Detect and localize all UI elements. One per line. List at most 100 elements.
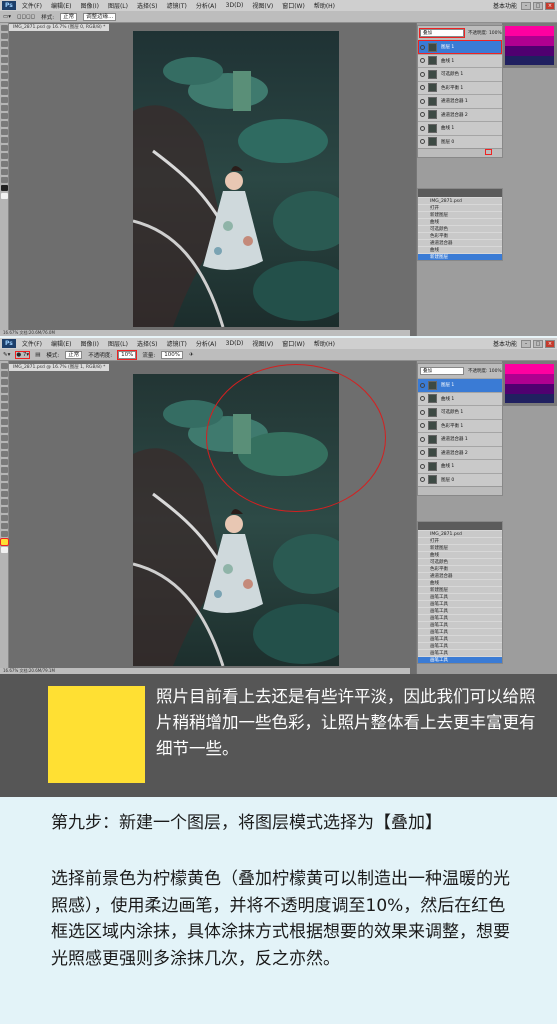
crop-tool-icon[interactable] <box>1 395 8 401</box>
eye-icon[interactable] <box>420 112 425 118</box>
layer-row[interactable]: 可选颜色 1 <box>418 405 502 419</box>
menu-help[interactable]: 帮助(H) <box>314 1 335 10</box>
menu-select[interactable]: 选择(S) <box>137 1 158 10</box>
flow-input[interactable]: 100% <box>161 350 183 359</box>
eye-icon[interactable] <box>420 436 425 442</box>
clone-tool-icon[interactable] <box>1 427 8 433</box>
menu-filter[interactable]: 滤镜(T) <box>166 339 186 348</box>
history-snapshot[interactable]: IMG_2871.psd <box>418 530 502 537</box>
history-step[interactable]: 曲线 <box>418 246 502 253</box>
menu-file[interactable]: 文件(F) <box>22 1 42 10</box>
tool-preset-icon[interactable]: ▭▾ <box>3 14 11 20</box>
type-tool-icon[interactable] <box>1 137 8 143</box>
history-step[interactable]: 曲线 <box>418 218 502 225</box>
layer-row[interactable]: 曲线 1 <box>418 121 502 135</box>
quick-select-tool-icon[interactable] <box>1 387 8 393</box>
menu-file[interactable]: 文件(F) <box>22 339 42 348</box>
lasso-tool-icon[interactable] <box>1 379 8 385</box>
history-step[interactable]: 画笔工具 <box>418 621 502 628</box>
eye-icon[interactable] <box>420 382 425 388</box>
type-tool-icon[interactable] <box>1 475 8 481</box>
menu-3d[interactable]: 3D(D) <box>226 2 244 9</box>
3d-tool-icon[interactable] <box>1 499 8 505</box>
menu-analysis[interactable]: 分析(A) <box>196 1 217 10</box>
dodge-tool-icon[interactable] <box>1 459 8 465</box>
history-step[interactable]: 画笔工具 <box>418 642 502 649</box>
move-tool-icon[interactable] <box>1 25 8 31</box>
eraser-tool-icon[interactable] <box>1 105 8 111</box>
eye-icon[interactable] <box>420 85 425 91</box>
layer-row[interactable]: 图层 0 <box>418 472 502 487</box>
quick-select-tool-icon[interactable] <box>1 49 8 55</box>
canvas-photo[interactable] <box>133 31 339 327</box>
workspace-switcher[interactable]: 基本功能 <box>493 339 517 348</box>
history-step[interactable]: 画笔工具 <box>418 649 502 656</box>
eye-icon[interactable] <box>420 125 425 131</box>
layer-row[interactable]: 曲线 1 <box>418 391 502 406</box>
history-step[interactable]: 画笔工具 <box>418 628 502 635</box>
eye-icon[interactable] <box>420 423 425 429</box>
background-color-icon[interactable] <box>1 193 8 199</box>
workspace-switcher[interactable]: 基本功能 <box>493 1 517 10</box>
document-tab[interactable]: IMG_2871.psd @ 16.7% (图层 1, RGB/8) * <box>9 364 110 371</box>
marquee-tool-icon[interactable] <box>1 33 8 39</box>
menu-view[interactable]: 视图(V) <box>252 1 273 10</box>
3d-tool-icon[interactable] <box>1 161 8 167</box>
gradient-tool-icon[interactable] <box>1 451 8 457</box>
menu-image[interactable]: 图像(I) <box>81 1 99 10</box>
brush-tool-icon[interactable] <box>1 81 8 87</box>
layer-row[interactable]: 可选颜色 1 <box>418 67 502 81</box>
eye-icon[interactable] <box>420 44 425 50</box>
close-icon[interactable]: × <box>545 1 555 10</box>
history-step[interactable]: 画笔工具 <box>418 635 502 642</box>
layer-row[interactable]: 通道混合器 2 <box>418 107 502 122</box>
layer-row[interactable]: 色彩平衡 1 <box>418 418 502 433</box>
menu-layer[interactable]: 图层(L) <box>108 1 128 10</box>
history-step[interactable]: 色彩平衡 <box>418 232 502 239</box>
background-color-icon[interactable] <box>1 547 8 553</box>
history-step[interactable]: 通道混合器 <box>418 239 502 246</box>
opacity-field[interactable]: 不透明度: 100% <box>468 368 502 374</box>
selection-mode-icons[interactable]: ◻◻◻◻ <box>17 14 35 20</box>
menu-analysis[interactable]: 分析(A) <box>196 339 217 348</box>
screen-mode-icon[interactable] <box>1 531 8 537</box>
menu-image[interactable]: 图像(I) <box>81 339 99 348</box>
minimize-icon[interactable]: – <box>521 1 531 10</box>
brush-tool-icon[interactable] <box>1 419 8 425</box>
history-step[interactable]: 新建图层 <box>418 211 502 218</box>
history-step[interactable]: 新建图层 <box>418 544 502 551</box>
history-step[interactable]: 新建图层 <box>418 586 502 593</box>
history-step[interactable]: 通道混合器 <box>418 572 502 579</box>
pen-tool-icon[interactable] <box>1 467 8 473</box>
menu-edit[interactable]: 编辑(E) <box>51 1 71 10</box>
eye-icon[interactable] <box>420 463 425 469</box>
style-select[interactable]: 正常 <box>60 12 78 21</box>
layer-row[interactable]: 曲线 1 <box>418 459 502 473</box>
history-snapshot[interactable]: IMG_2871.psd <box>418 197 502 204</box>
minimize-icon[interactable]: – <box>521 339 531 348</box>
history-step[interactable]: 可选颜色 <box>418 225 502 232</box>
foreground-color-icon[interactable] <box>1 185 8 191</box>
healing-tool-icon[interactable] <box>1 73 8 79</box>
gradient-tool-icon[interactable] <box>1 113 8 119</box>
menu-edit[interactable]: 编辑(E) <box>51 339 71 348</box>
layer-row[interactable]: 通道混合器 1 <box>418 94 502 108</box>
opacity-field[interactable]: 不透明度: 100% <box>468 30 502 36</box>
eraser-tool-icon[interactable] <box>1 443 8 449</box>
path-select-icon[interactable] <box>1 145 8 151</box>
path-select-icon[interactable] <box>1 483 8 489</box>
hand-tool-icon[interactable] <box>1 507 8 513</box>
marquee-tool-icon[interactable] <box>1 371 8 377</box>
brush-panel-icon[interactable]: ▤ <box>35 352 40 358</box>
layer-row[interactable]: 通道混合器 2 <box>418 445 502 460</box>
crop-tool-icon[interactable] <box>1 57 8 63</box>
dodge-tool-icon[interactable] <box>1 121 8 127</box>
history-step[interactable]: 画笔工具 <box>418 600 502 607</box>
menu-filter[interactable]: 滤镜(T) <box>166 1 186 10</box>
history-step[interactable]: 打开 <box>418 204 502 211</box>
eye-icon[interactable] <box>420 450 425 456</box>
shape-tool-icon[interactable] <box>1 491 8 497</box>
layer-row[interactable]: 图层 1 <box>418 378 502 392</box>
menu-select[interactable]: 选择(S) <box>137 339 158 348</box>
history-step[interactable]: 色彩平衡 <box>418 565 502 572</box>
